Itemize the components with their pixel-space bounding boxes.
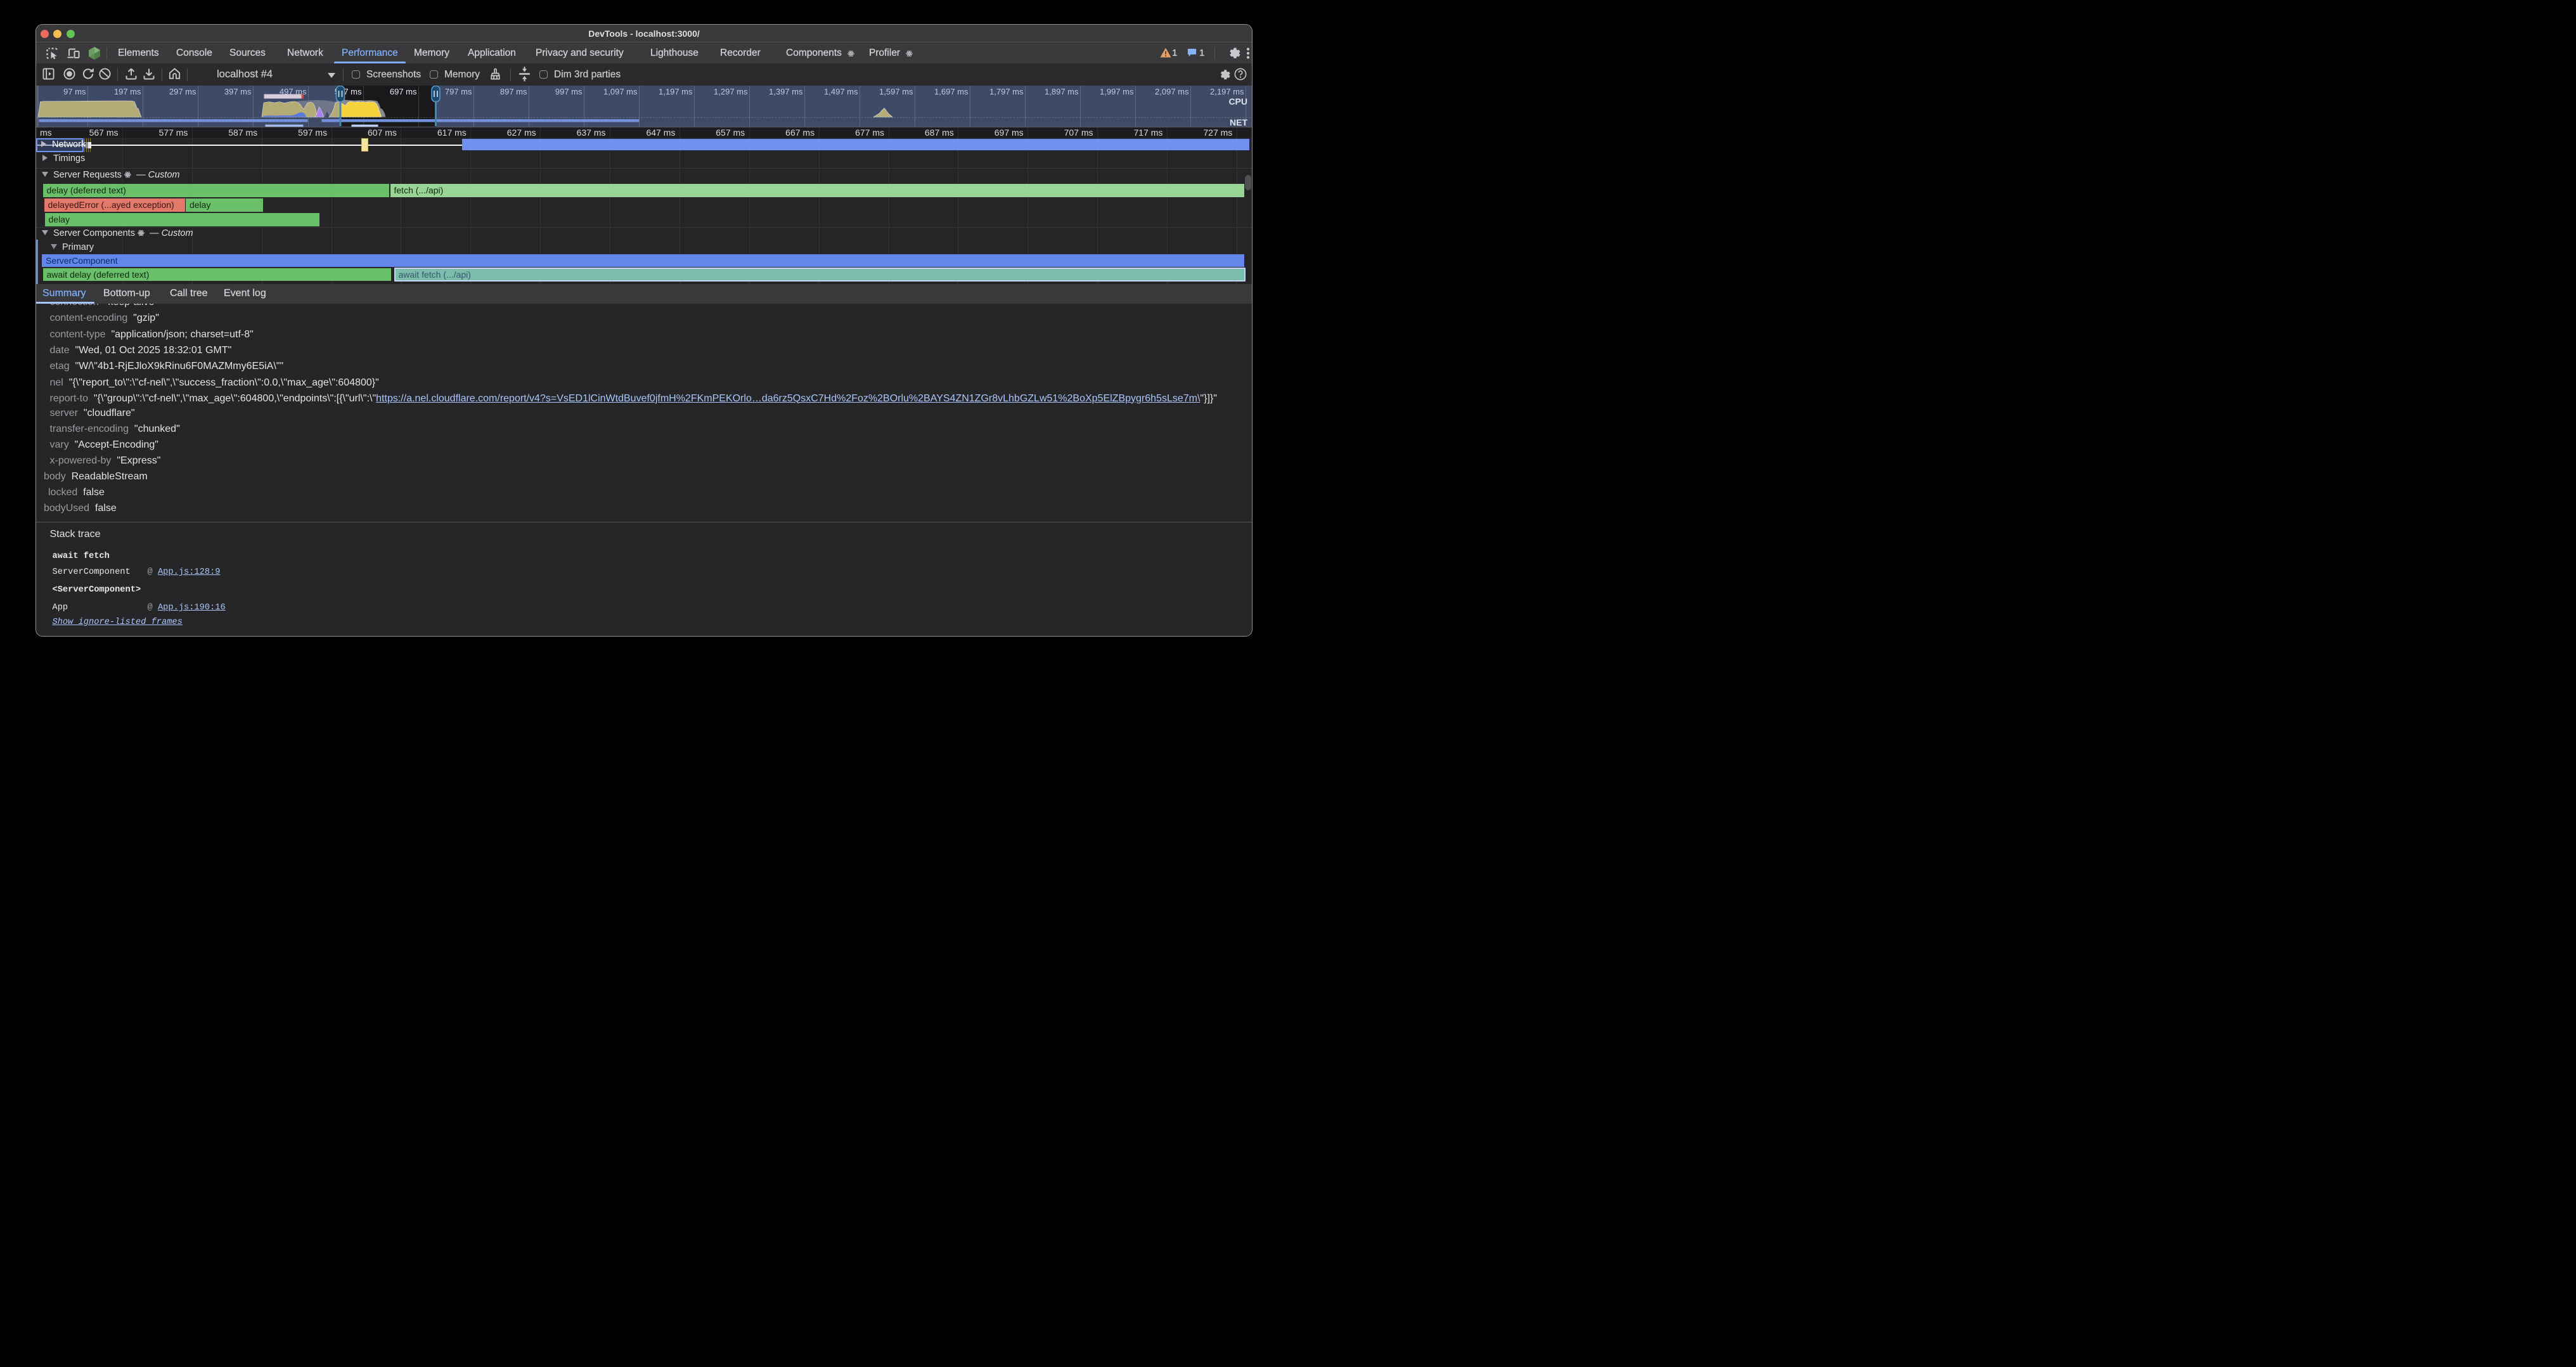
svg-text:1,097 ms: 1,097 ms [603, 87, 638, 96]
svg-text:797 ms: 797 ms [445, 87, 472, 96]
svg-text:1,297 ms: 1,297 ms [714, 87, 748, 96]
svg-text:CPU: CPU [1228, 96, 1247, 107]
svg-text:397 ms: 397 ms [224, 87, 252, 96]
svg-text:1,397 ms: 1,397 ms [769, 87, 803, 96]
svg-text:697 ms: 697 ms [390, 87, 417, 96]
svg-text:1,797 ms: 1,797 ms [989, 87, 1024, 96]
svg-text:2,197 ms: 2,197 ms [1210, 87, 1244, 96]
svg-text:897 ms: 897 ms [500, 87, 527, 96]
svg-text:1,597 ms: 1,597 ms [879, 87, 913, 96]
svg-text:97 ms: 97 ms [63, 87, 86, 96]
svg-text:NET: NET [1230, 117, 1247, 127]
svg-text:1,697 ms: 1,697 ms [934, 87, 969, 96]
svg-text:1,497 ms: 1,497 ms [824, 87, 858, 96]
svg-text:1,897 ms: 1,897 ms [1045, 87, 1079, 96]
svg-text:297 ms: 297 ms [169, 87, 196, 96]
svg-text:2,097 ms: 2,097 ms [1155, 87, 1189, 96]
svg-text:1,197 ms: 1,197 ms [659, 87, 693, 96]
svg-text:197 ms: 197 ms [114, 87, 141, 96]
svg-text:997 ms: 997 ms [555, 87, 583, 96]
svg-text:1,997 ms: 1,997 ms [1100, 87, 1134, 96]
